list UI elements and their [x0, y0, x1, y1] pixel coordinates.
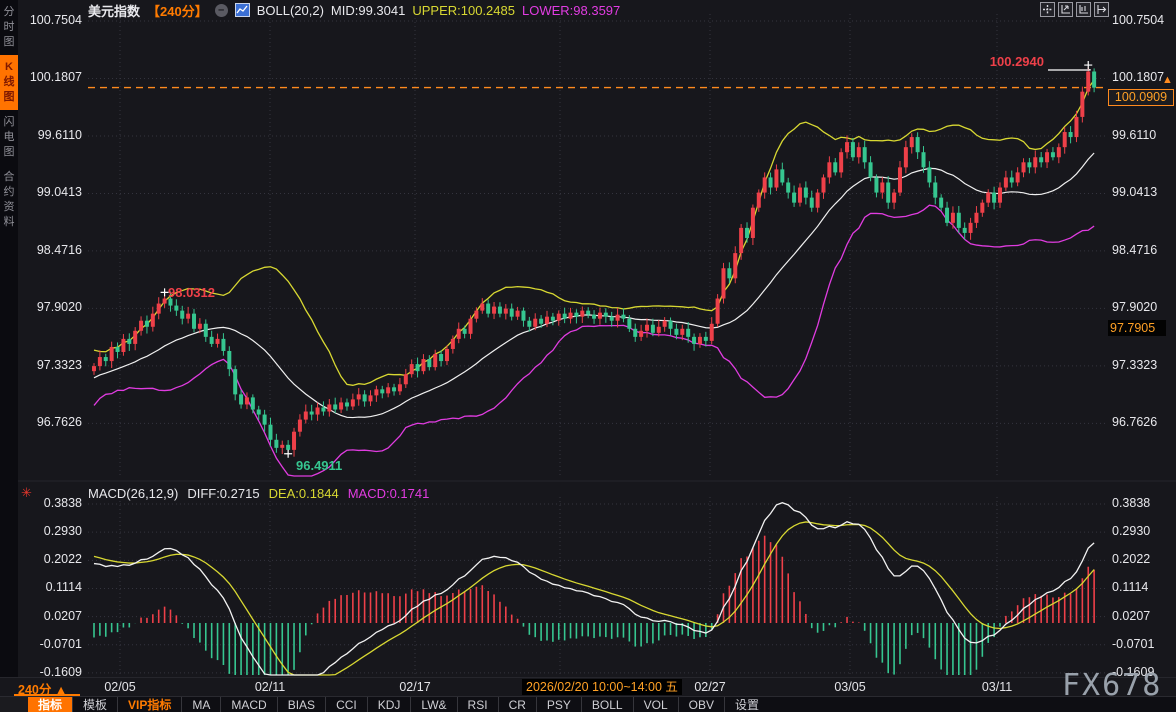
- svg-text:96.4911: 96.4911: [296, 458, 342, 473]
- pane-controls: [1040, 2, 1109, 17]
- expand-panel-icon[interactable]: [1094, 2, 1109, 17]
- highlighted-bar-label: 2026/02/20 10:00~14:00 五: [522, 679, 682, 695]
- price-axis-right-label: 99.6110: [1112, 128, 1156, 142]
- price-axis-left-label: 99.0413: [16, 185, 82, 199]
- y-axis-zoom-icon[interactable]: [1058, 2, 1073, 17]
- toolbar-item-RSI[interactable]: RSI: [457, 697, 498, 712]
- indicator-toolbar: 指标模板VIP指标MAMACDBIASCCIKDJLW&RSICRPSYBOLL…: [0, 696, 1176, 712]
- current-price-box: 100.0909: [1108, 89, 1174, 106]
- date-label: 03/11: [982, 680, 1012, 694]
- macd-axis-right-label: 0.0207: [1112, 609, 1150, 623]
- toolbar-item-VOL[interactable]: VOL: [633, 697, 678, 712]
- price-marker-icon: ▲: [1162, 74, 1173, 86]
- price-axis-right-label: 100.1807: [1112, 70, 1164, 84]
- toolbar-item-MA[interactable]: MA: [181, 697, 220, 712]
- date-axis-row: 240分 ▲ 02/0502/1102/1702/2703/0503/11 20…: [0, 677, 1176, 696]
- svg-text:98.0312: 98.0312: [168, 285, 215, 300]
- toolbar-item-PSY[interactable]: PSY: [536, 697, 581, 712]
- macd-axis-left-label: 0.2022: [16, 552, 82, 566]
- macd-axis-left-label: -0.0701: [16, 637, 82, 651]
- price-axis-left-label: 99.6110: [16, 128, 82, 142]
- toolbar-item-MACD[interactable]: MACD: [220, 697, 276, 712]
- timeframe-badge: 【240分】: [147, 1, 208, 20]
- toolbar-item-模板[interactable]: 模板: [72, 697, 117, 712]
- macd-settings-icon[interactable]: ✳: [21, 485, 32, 501]
- sidebar-item-1[interactable]: K线图: [0, 55, 18, 110]
- toolbar-item-CR[interactable]: CR: [498, 697, 536, 712]
- chart-header: 美元指数 【240分】 – BOLL(20,2) MID:99.3041 UPP…: [88, 2, 620, 18]
- macd-axis-right-label: 0.1114: [1112, 580, 1148, 594]
- price-axis-right-label: 99.0413: [1112, 185, 1157, 199]
- toolbar-item-LW&[interactable]: LW&: [410, 697, 456, 712]
- price-axis-right-label: 97.3323: [1112, 358, 1157, 372]
- watermark: FX678: [1062, 668, 1162, 703]
- price-axis-right-label: 98.4716: [1112, 243, 1157, 257]
- date-label: 02/05: [104, 680, 135, 694]
- price-axis-left-label: 97.3323: [16, 358, 82, 372]
- price-axis-left-label: 98.4716: [16, 243, 82, 257]
- price-axis-left-label: 97.9020: [16, 300, 82, 314]
- macd-axis-right-label: 0.2930: [1112, 524, 1150, 538]
- toolbar-item-KDJ[interactable]: KDJ: [367, 697, 411, 712]
- reference-price-box: 97.7905: [1108, 320, 1166, 336]
- price-axis-right-label: 97.9020: [1112, 300, 1157, 314]
- collapse-icon[interactable]: –: [215, 4, 228, 17]
- price-axis-right-label: 100.7504: [1112, 13, 1164, 27]
- macd-axis-right-label: 0.3838: [1112, 496, 1150, 510]
- instrument-name: 美元指数: [88, 1, 140, 20]
- toolbar-item-OBV[interactable]: OBV: [678, 697, 724, 712]
- price-axis-left-label: 100.1807: [16, 70, 82, 84]
- crosshair-tool-icon[interactable]: [1040, 2, 1055, 17]
- toolbar-spacer: [0, 697, 28, 712]
- date-label: 02/11: [255, 680, 285, 694]
- sidebar-item-0[interactable]: 分时图: [0, 0, 18, 55]
- sidebar-item-3[interactable]: 合约资料: [0, 165, 18, 235]
- macd-axis-left-label: 0.0207: [16, 609, 82, 623]
- macd-header: MACD(26,12,9) DIFF:0.2715 DEA:0.1844 MAC…: [88, 486, 429, 501]
- date-label: 02/17: [399, 680, 430, 694]
- candlestick-chart[interactable]: 100.2940 98.0312 96.4911: [0, 0, 1176, 712]
- boll-upper-value: UPPER:100.2485: [412, 3, 515, 18]
- price-axis-left-label: 96.7626: [16, 415, 82, 429]
- macd-diff-value: DIFF:0.2715: [187, 486, 259, 501]
- sidebar: 分时图K线图闪电图合约资料: [0, 0, 18, 712]
- macd-axis-left-label: 0.1114: [16, 580, 82, 594]
- boll-mid-value: MID:99.3041: [331, 3, 405, 18]
- macd-value: MACD:0.1741: [348, 486, 430, 501]
- macd-dea-value: DEA:0.1844: [269, 486, 339, 501]
- date-label: 03/05: [834, 680, 865, 694]
- macd-axis-right-label: 0.2022: [1112, 552, 1150, 566]
- boll-lower-value: LOWER:98.3597: [522, 3, 620, 18]
- toolbar-item-设置[interactable]: 设置: [724, 697, 769, 712]
- toolbar-item-BOLL[interactable]: BOLL: [581, 697, 633, 712]
- boll-label: BOLL(20,2): [257, 3, 324, 18]
- toolbar-item-CCI[interactable]: CCI: [325, 697, 367, 712]
- macd-axis-right-label: -0.0701: [1112, 637, 1154, 651]
- toolbar-item-VIP指标[interactable]: VIP指标: [117, 697, 181, 712]
- toolbar-item-指标[interactable]: 指标: [28, 697, 72, 712]
- indicator-chart-icon[interactable]: [235, 3, 250, 17]
- date-label: 02/27: [694, 680, 725, 694]
- svg-text:100.2940: 100.2940: [990, 54, 1044, 69]
- charting-app: 100.2940 98.0312 96.4911 分时图K线图闪电图合约资料 美元指…: [0, 0, 1176, 712]
- sidebar-item-2[interactable]: 闪电图: [0, 110, 18, 165]
- price-axis-right-label: 96.7626: [1112, 415, 1157, 429]
- toolbar-item-BIAS[interactable]: BIAS: [277, 697, 325, 712]
- macd-axis-left-label: 0.2930: [16, 524, 82, 538]
- macd-title: MACD(26,12,9): [88, 486, 178, 501]
- price-axis-left-label: 100.7504: [16, 13, 82, 27]
- x-axis-zoom-icon[interactable]: [1076, 2, 1091, 17]
